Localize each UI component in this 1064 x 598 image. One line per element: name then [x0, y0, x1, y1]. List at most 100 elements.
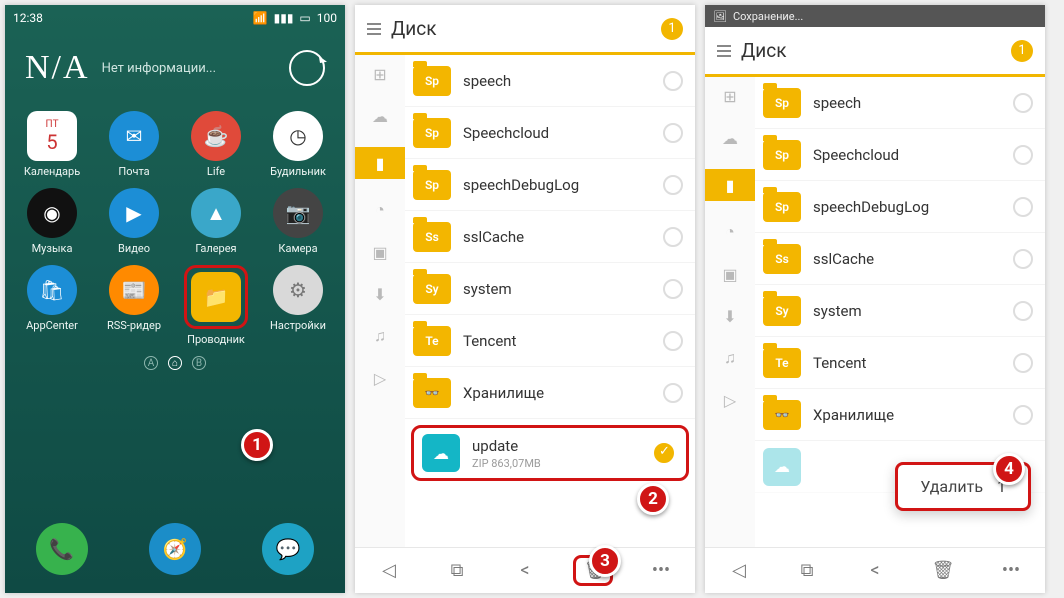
sb-recent-icon[interactable]: ◔	[369, 199, 391, 221]
app-Почта[interactable]: ✉Почта	[93, 111, 175, 178]
fm-title: Диск	[741, 39, 1001, 62]
select-radio[interactable]	[663, 123, 683, 143]
folder-item[interactable]: Sp speech	[755, 77, 1045, 129]
folder-name: Tencent	[463, 332, 651, 350]
folder-name: sslCache	[813, 250, 1001, 268]
folder-item[interactable]: 👓 Хранилище	[755, 389, 1045, 441]
app-Камера[interactable]: 📷Камера	[257, 188, 339, 255]
folder-item[interactable]: Sp Speechcloud	[405, 107, 695, 159]
sb-video-icon[interactable]: ▷	[369, 367, 391, 389]
app-Life[interactable]: ☕Life	[175, 111, 257, 178]
sb-storage-icon[interactable]: ▮	[355, 147, 405, 179]
app-Календарь[interactable]: ПТ5Календарь	[11, 111, 93, 178]
app-RSS-ридер[interactable]: 📰RSS-ридер	[93, 265, 175, 346]
select-radio[interactable]	[1013, 301, 1033, 321]
pager-home[interactable]: ⌂	[168, 356, 182, 370]
folder-item[interactable]: Sp speechDebugLog	[755, 181, 1045, 233]
select-radio[interactable]	[1013, 353, 1033, 373]
delete-button[interactable]: 🗑	[923, 560, 963, 581]
select-radio[interactable]	[654, 443, 674, 463]
fm-sidebar: ⊞ ☁ ▮ ◔ ▣ ⬇ ♫ ▷	[355, 55, 405, 547]
select-button[interactable]: ⧉	[437, 560, 477, 581]
selection-count-badge: 1	[1011, 40, 1033, 62]
select-radio[interactable]	[1013, 249, 1033, 269]
selection-count-badge: 1	[661, 18, 683, 40]
weather-widget[interactable]: N/A Нет информации...	[5, 31, 345, 101]
app-Будильник[interactable]: ◷Будильник	[257, 111, 339, 178]
select-radio[interactable]	[1013, 197, 1033, 217]
sb-tree-icon[interactable]: ⊞	[369, 63, 391, 85]
sb-tree-icon[interactable]: ⊞	[719, 85, 741, 107]
app-Галерея[interactable]: ▲Галерея	[175, 188, 257, 255]
share-button[interactable]: <	[855, 560, 895, 581]
dock-icon[interactable]: 💬	[262, 523, 314, 575]
folder-name: speechDebugLog	[813, 198, 1001, 216]
fm-file-list[interactable]: Sp speech Sp Speechcloud Sp speechDebugL…	[405, 55, 695, 547]
callout-4: 4	[993, 453, 1025, 485]
folder-name: Speechcloud	[813, 146, 1001, 164]
callout-1: 1	[241, 429, 273, 461]
folder-item[interactable]: Sp speech	[405, 55, 695, 107]
app-label: Проводник	[187, 333, 245, 346]
sb-download-icon[interactable]: ⬇	[719, 305, 741, 327]
file-manager-select: Диск 1 ⊞ ☁ ▮ ◔ ▣ ⬇ ♫ ▷ Sp speech Sp Spee…	[355, 5, 695, 593]
app-Настройки[interactable]: ⚙Настройки	[257, 265, 339, 346]
sb-music-icon[interactable]: ♫	[369, 325, 391, 347]
folder-item[interactable]: Sy system	[405, 263, 695, 315]
folder-item[interactable]: Ss sslCache	[405, 211, 695, 263]
sb-download-icon[interactable]: ⬇	[369, 283, 391, 305]
folder-name: sslCache	[463, 228, 651, 246]
back-button[interactable]: ◁	[369, 560, 409, 581]
home-screen: 12:38 📶 ▮▮▮ ▭ 100 N/A Нет информации... …	[5, 5, 345, 593]
app-label: Настройки	[270, 319, 326, 332]
more-button[interactable]: •••	[991, 560, 1031, 581]
select-radio[interactable]	[663, 383, 683, 403]
select-radio[interactable]	[663, 227, 683, 247]
select-radio[interactable]	[1013, 145, 1033, 165]
sb-cloud-icon[interactable]: ☁	[369, 105, 391, 127]
back-button[interactable]: ◁	[719, 560, 759, 581]
sb-recent-icon[interactable]: ◔	[719, 221, 741, 243]
sb-images-icon[interactable]: ▣	[369, 241, 391, 263]
select-radio[interactable]	[663, 331, 683, 351]
more-button[interactable]: •••	[641, 560, 681, 581]
app-Видео[interactable]: ▶Видео	[93, 188, 175, 255]
wifi-icon: 📶	[253, 11, 268, 25]
share-button[interactable]: <	[505, 560, 545, 581]
folder-item[interactable]: Sp Speechcloud	[755, 129, 1045, 181]
sb-storage-icon[interactable]: ▮	[705, 169, 755, 201]
sb-cloud-icon[interactable]: ☁	[719, 127, 741, 149]
app-AppCenter[interactable]: 🛍AppCenter	[11, 265, 93, 346]
folder-item[interactable]: Ss sslCache	[755, 233, 1045, 285]
pager-b[interactable]: B	[192, 356, 206, 370]
folder-item[interactable]: Te Tencent	[405, 315, 695, 367]
image-icon: 🖼	[713, 10, 727, 23]
folder-name: speech	[813, 94, 1001, 112]
menu-icon[interactable]	[717, 45, 731, 57]
sb-images-icon[interactable]: ▣	[719, 263, 741, 285]
select-radio[interactable]	[663, 71, 683, 91]
app-label: AppCenter	[26, 319, 78, 332]
select-radio[interactable]	[663, 175, 683, 195]
file-update-zip[interactable]: ☁ update ZIP 863,07MB	[411, 425, 689, 481]
folder-name: system	[463, 280, 651, 298]
folder-item[interactable]: Te Tencent	[755, 337, 1045, 389]
app-label: Почта	[118, 165, 149, 178]
app-Проводник[interactable]: 📁Проводник	[175, 265, 257, 346]
folder-item[interactable]: Sp speechDebugLog	[405, 159, 695, 211]
app-label: Life	[207, 165, 225, 178]
dock-icon[interactable]: 📞	[36, 523, 88, 575]
sb-music-icon[interactable]: ♫	[719, 347, 741, 369]
refresh-icon[interactable]	[289, 50, 325, 86]
select-button[interactable]: ⧉	[787, 560, 827, 581]
pager-a[interactable]: A	[144, 356, 158, 370]
dock-icon[interactable]: 🧭	[149, 523, 201, 575]
select-radio[interactable]	[663, 279, 683, 299]
app-Музыка[interactable]: ◉Музыка	[11, 188, 93, 255]
folder-item[interactable]: 👓 Хранилище	[405, 367, 695, 419]
select-radio[interactable]	[1013, 405, 1033, 425]
sb-video-icon[interactable]: ▷	[719, 389, 741, 411]
folder-item[interactable]: Sy system	[755, 285, 1045, 337]
menu-icon[interactable]	[367, 23, 381, 35]
select-radio[interactable]	[1013, 93, 1033, 113]
